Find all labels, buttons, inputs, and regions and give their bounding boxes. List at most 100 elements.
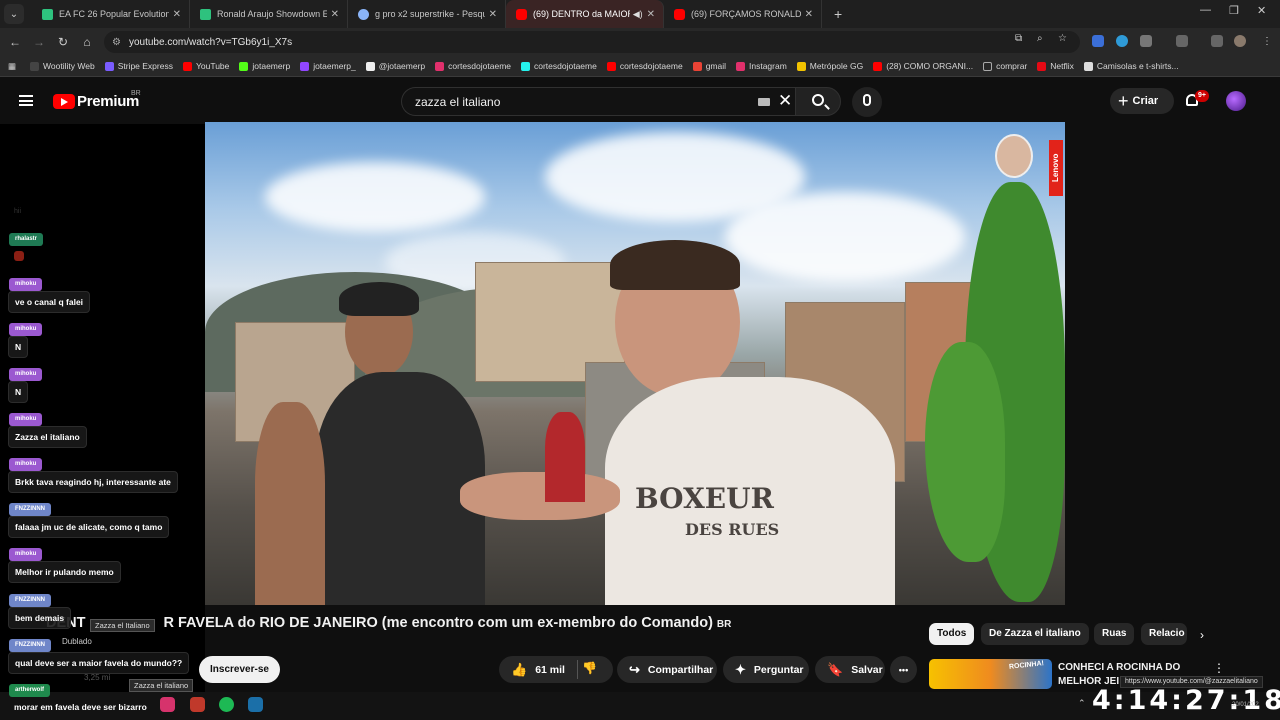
- ask-button[interactable]: ✦ Perguntar: [723, 656, 809, 683]
- new-tab-button[interactable]: +: [834, 6, 842, 22]
- thumbs-down-icon[interactable]: 👎: [582, 661, 597, 675]
- close-icon[interactable]: ✕: [647, 9, 655, 20]
- search-button[interactable]: [795, 87, 841, 116]
- close-icon[interactable]: ✕: [489, 9, 497, 20]
- bookmark-star-icon[interactable]: ☆: [1058, 33, 1067, 44]
- search-input[interactable]: zazza el italiano ✕: [401, 87, 803, 116]
- browser-tab-active[interactable]: (69) DENTRO da MAIOR FA ◀) ✕: [506, 0, 664, 28]
- chat-username: mihoku: [9, 278, 43, 291]
- youtube-masthead: Premium BR zazza el italiano ✕ + Criar 9…: [0, 78, 1280, 124]
- extension-icon[interactable]: [1116, 35, 1128, 47]
- bookmark-item[interactable]: Metrópole GG: [796, 61, 863, 71]
- bookmark-item[interactable]: Stripe Express: [104, 61, 173, 71]
- chat-username: mihoku: [9, 548, 43, 561]
- chevron-right-icon[interactable]: ›: [1200, 628, 1204, 642]
- browser-tab[interactable]: EA FC 26 Popular Evolution Pla ✕: [32, 0, 190, 28]
- bookmark-item[interactable]: Netflix: [1037, 61, 1074, 71]
- keyboard-icon[interactable]: [758, 98, 770, 106]
- brand-label[interactable]: Premium: [77, 93, 139, 110]
- site-info-icon[interactable]: ⚙: [112, 37, 121, 48]
- shirt-print-text: BOXEUR: [635, 482, 774, 515]
- close-icon[interactable]: ✕: [173, 9, 181, 20]
- dubbed-label: Dublado: [62, 637, 92, 646]
- home-icon[interactable]: ⌂: [75, 35, 99, 49]
- bookmark-item[interactable]: (28) COMO ORGANI...: [873, 61, 973, 71]
- extension-icon[interactable]: [1092, 35, 1104, 47]
- account-avatar[interactable]: [1226, 91, 1246, 111]
- chat-message: ve o canal q falei: [8, 291, 91, 313]
- bookmark-icon: 🔖: [827, 661, 844, 677]
- tab-title: g pro x2 superstrike - Pesquisa: [375, 9, 485, 19]
- install-app-icon[interactable]: ⧉: [1015, 33, 1022, 44]
- bookmark-item[interactable]: jotaemerp_: [300, 61, 356, 71]
- minimize-icon[interactable]: —: [1200, 4, 1211, 16]
- kebab-menu-icon[interactable]: ⋮: [1262, 36, 1272, 47]
- share-button[interactable]: ↪ Compartilhar: [617, 656, 717, 683]
- create-button[interactable]: + Criar: [1110, 88, 1174, 114]
- bookmark-item[interactable]: cortesdojotaeme: [435, 61, 511, 71]
- forward-icon[interactable]: →: [27, 35, 51, 49]
- voice-search-button[interactable]: [852, 87, 882, 117]
- bookmark-item[interactable]: cortesdojotaeme: [606, 61, 683, 71]
- bookmarks-bar: ▦ Wootility Web Stripe Express YouTube j…: [0, 56, 1280, 77]
- microphone-icon: [863, 94, 871, 106]
- speaker-icon[interactable]: ◀): [633, 9, 643, 20]
- bookmark-folder[interactable]: comprar: [983, 61, 1027, 71]
- tab-groups-icon[interactable]: [1176, 35, 1188, 47]
- bookmark-item[interactable]: YouTube: [182, 61, 229, 71]
- tab-search-button[interactable]: ⌄: [4, 4, 24, 24]
- close-icon[interactable]: ✕: [331, 9, 339, 20]
- steam-icon[interactable]: [248, 697, 263, 712]
- subscribe-button[interactable]: Inscrever-se: [199, 656, 280, 683]
- bookmark-item[interactable]: gmail: [692, 61, 726, 71]
- youtube-logo-icon[interactable]: [53, 94, 75, 109]
- close-window-icon[interactable]: ✕: [1257, 4, 1266, 17]
- clear-search-icon[interactable]: ✕: [778, 91, 792, 111]
- chip-related[interactable]: Relacio: [1141, 623, 1187, 645]
- chat-username: mihoku: [9, 458, 43, 471]
- spotify-icon[interactable]: [219, 697, 234, 712]
- lenovo-watermark: Lenovo: [1049, 140, 1063, 196]
- apps-grid-icon[interactable]: ▦: [8, 61, 16, 72]
- chat-username: FNZZINNN: [9, 503, 51, 516]
- browser-tab[interactable]: g pro x2 superstrike - Pesquisa ✕: [348, 0, 506, 28]
- reload-icon[interactable]: ↻: [51, 35, 75, 49]
- back-icon[interactable]: ←: [3, 35, 27, 49]
- chip-channel[interactable]: De Zazza el italiano: [981, 623, 1089, 645]
- bookmark-item[interactable]: cortesdojotaeme: [521, 61, 597, 71]
- shirt-print-text: DES RUES: [685, 520, 780, 539]
- app-icon[interactable]: [160, 697, 175, 712]
- url-text: youtube.com/watch?v=TGb6y1i_X7s: [128, 36, 293, 48]
- bookmark-item[interactable]: Instagram: [736, 61, 787, 71]
- hamburger-menu-icon[interactable]: [19, 95, 33, 106]
- youtube-favicon-icon: [674, 8, 685, 20]
- close-icon[interactable]: ✕: [805, 9, 813, 20]
- save-button[interactable]: 🔖 Salvar: [815, 656, 885, 683]
- chip-streets[interactable]: Ruas: [1094, 623, 1135, 645]
- extensions-puzzle-icon[interactable]: [1140, 35, 1152, 47]
- zoom-icon[interactable]: ⌕: [1037, 33, 1043, 44]
- kebab-menu-icon[interactable]: ⋮: [1213, 661, 1225, 675]
- video-player[interactable]: BOXEUR DES RUES Lenovo: [205, 122, 1065, 605]
- profile-avatar[interactable]: [1234, 35, 1246, 47]
- browser-tab[interactable]: (69) FORÇAMOS RONALDINHO ✕: [664, 0, 822, 28]
- chevron-up-icon[interactable]: ⌃: [1078, 698, 1086, 709]
- more-actions-button[interactable]: •••: [890, 656, 917, 683]
- bookmark-item[interactable]: Camisolas e t-shirts...: [1083, 61, 1179, 71]
- recommended-thumbnail[interactable]: ROCINHA!: [929, 659, 1052, 689]
- reading-list-icon[interactable]: [1211, 35, 1223, 47]
- bookmark-item[interactable]: Wootility Web: [30, 61, 95, 71]
- channel-name-tooltip: Zazza el Italiano: [90, 619, 155, 632]
- address-bar[interactable]: ⚙ youtube.com/watch?v=TGb6y1i_X7s: [104, 31, 1080, 53]
- search-query: zazza el italiano: [415, 95, 501, 109]
- tab-title: EA FC 26 Popular Evolution Pla: [59, 9, 169, 19]
- chip-all[interactable]: Todos: [929, 623, 975, 645]
- chat-username: rhalastr: [9, 233, 44, 246]
- tab-title: Ronald Araujo Showdown EA F: [217, 9, 327, 19]
- bookmark-item[interactable]: @jotaemerp: [365, 61, 425, 71]
- browser-tab[interactable]: Ronald Araujo Showdown EA F ✕: [190, 0, 348, 28]
- bookmark-item[interactable]: jotaemerp: [239, 61, 290, 71]
- app-icon[interactable]: [190, 697, 205, 712]
- chat-message: Brkk tava reagindo hj, interessante ate: [8, 471, 178, 493]
- restore-icon[interactable]: ❐: [1229, 4, 1239, 17]
